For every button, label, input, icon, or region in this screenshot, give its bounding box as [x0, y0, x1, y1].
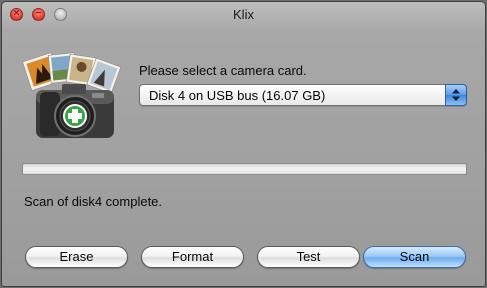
status-text: Scan of disk4 complete.	[24, 194, 163, 209]
select-arrows-button[interactable]	[445, 84, 467, 106]
camera-card-select[interactable]: Disk 4 on USB bus (16.07 GB)	[139, 84, 467, 106]
select-card-prompt: Please select a camera card.	[139, 63, 307, 78]
window-title: Klix	[233, 7, 254, 22]
scan-progress-bar	[22, 163, 467, 175]
selected-card-value: Disk 4 on USB bus (16.07 GB)	[149, 88, 326, 103]
up-down-arrows-icon	[452, 89, 460, 101]
camera-with-photos-icon	[22, 52, 122, 138]
erase-button[interactable]: Erase	[25, 246, 128, 268]
format-button[interactable]: Format	[141, 246, 244, 268]
klix-window: × − Klix Please select a camera card. Di…	[1, 1, 486, 287]
title-bar[interactable]: × − Klix	[2, 2, 485, 28]
scan-button[interactable]: Scan	[363, 246, 466, 268]
test-button[interactable]: Test	[257, 246, 360, 268]
